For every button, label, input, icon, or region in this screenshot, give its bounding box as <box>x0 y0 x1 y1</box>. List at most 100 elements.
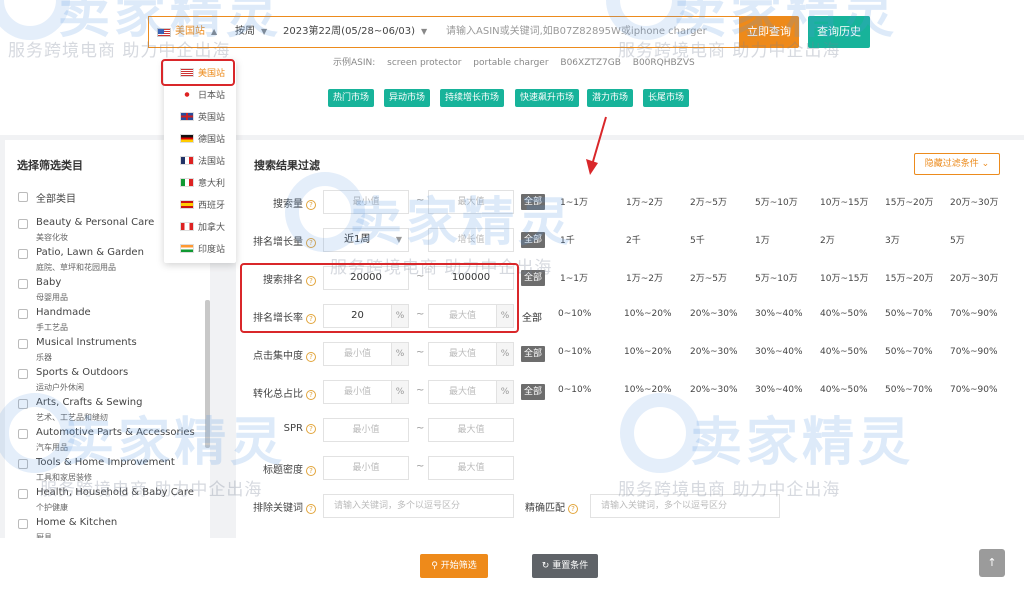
tag-longtail-market[interactable]: 长尾市场 <box>643 89 690 107</box>
site-option-ca[interactable]: 加拿大 <box>164 217 236 239</box>
checkbox[interactable] <box>18 309 28 319</box>
hide-filters-button[interactable]: 隐藏过滤条件 ⌄ <box>914 153 1000 175</box>
range-option[interactable]: 2千 <box>626 233 641 246</box>
max-input[interactable]: 最大值 <box>428 380 497 404</box>
range-option[interactable]: 1万~2万 <box>626 271 663 284</box>
min-input[interactable]: 最小值 <box>323 418 409 442</box>
range-option[interactable]: 5千 <box>690 233 705 246</box>
period-type-selector[interactable]: 按周 ▼ <box>235 17 275 47</box>
range-option[interactable]: 1千 <box>560 233 575 246</box>
help-icon[interactable]: ? <box>306 504 316 514</box>
example-link[interactable]: portable charger <box>473 58 548 68</box>
site-option-es[interactable]: 西班牙 <box>164 195 236 217</box>
reset-button[interactable]: ↻ 重置条件 <box>532 554 598 578</box>
range-option[interactable]: 1~1万 <box>560 271 588 284</box>
range-option[interactable]: 0~10% <box>558 309 591 319</box>
max-input[interactable]: 最大值 <box>428 342 497 366</box>
tag-growth-market[interactable]: 持续增长市场 <box>440 89 505 107</box>
checkbox[interactable] <box>18 369 28 379</box>
help-icon[interactable]: ? <box>306 466 316 476</box>
range-option[interactable]: 0~10% <box>558 347 591 357</box>
range-option[interactable]: 5万~10万 <box>755 195 798 208</box>
checkbox[interactable] <box>18 279 28 289</box>
help-icon[interactable]: ? <box>306 390 316 400</box>
checkbox[interactable] <box>18 192 28 202</box>
checkbox[interactable] <box>18 339 28 349</box>
range-option[interactable]: 10%~20% <box>624 347 672 357</box>
start-filter-button[interactable]: ⚲ 开始筛选 <box>420 554 488 578</box>
exclude-keywords-input[interactable]: 请输入关键词，多个以逗号区分 <box>323 494 514 518</box>
tag-hot-market[interactable]: 热门市场 <box>328 89 375 107</box>
range-option[interactable]: 15万~20万 <box>885 271 933 284</box>
min-input[interactable]: 最小值 <box>323 190 409 214</box>
period-select[interactable]: 近1周 ▼ <box>323 228 409 252</box>
range-option[interactable]: 5万~10万 <box>755 271 798 284</box>
range-option[interactable]: 10%~20% <box>624 385 672 395</box>
site-option-it[interactable]: 意大利 <box>164 173 236 195</box>
max-input[interactable]: 最大值 <box>428 190 514 214</box>
history-button[interactable]: 查询历史 <box>808 16 870 48</box>
range-option[interactable]: 50%~70% <box>885 385 933 395</box>
help-icon[interactable]: ? <box>306 352 316 362</box>
range-option[interactable]: 10万~15万 <box>820 271 868 284</box>
range-option[interactable]: 0~10% <box>558 385 591 395</box>
all-option[interactable]: 全部 <box>521 384 546 400</box>
range-option[interactable]: 30%~40% <box>755 309 803 319</box>
range-option[interactable]: 5万 <box>950 233 965 246</box>
help-icon[interactable]: ? <box>306 424 316 434</box>
range-option[interactable]: 1~1万 <box>560 195 588 208</box>
category-scrollbar[interactable] <box>205 300 210 448</box>
all-option[interactable]: 全部 <box>521 232 546 248</box>
range-option[interactable]: 2万~5万 <box>690 195 727 208</box>
site-option-de[interactable]: 德国站 <box>164 129 236 151</box>
site-option-fr[interactable]: 法国站 <box>164 151 236 173</box>
checkbox[interactable] <box>18 489 28 499</box>
site-option-jp[interactable]: 日本站 <box>164 85 236 107</box>
example-link[interactable]: B06XZTZ7GB <box>560 58 621 68</box>
min-input[interactable]: 最小值 <box>323 380 392 404</box>
checkbox[interactable] <box>18 519 28 529</box>
period-value-selector[interactable]: 2023第22周(05/28~06/03) ▼ <box>283 17 435 47</box>
range-option[interactable]: 2万~5万 <box>690 271 727 284</box>
range-option[interactable]: 50%~70% <box>885 309 933 319</box>
checkbox[interactable] <box>18 399 28 409</box>
range-option[interactable]: 1万 <box>755 233 770 246</box>
range-option[interactable]: 10万~15万 <box>820 195 868 208</box>
range-option[interactable]: 70%~90% <box>950 385 998 395</box>
range-option[interactable]: 50%~70% <box>885 347 933 357</box>
min-input[interactable]: 最小值 <box>323 342 392 366</box>
range-option[interactable]: 10%~20% <box>624 309 672 319</box>
site-option-in[interactable]: 印度站 <box>164 239 236 261</box>
min-input[interactable]: 最小值 <box>323 456 409 480</box>
range-option[interactable]: 20万~30万 <box>950 271 998 284</box>
help-icon[interactable]: ? <box>306 238 316 248</box>
all-option[interactable]: 全部 <box>521 270 546 286</box>
checkbox[interactable] <box>18 459 28 469</box>
search-button[interactable]: 立即查询 <box>739 16 799 48</box>
tag-surge-market[interactable]: 快速飙升市场 <box>515 89 580 107</box>
exact-match-input[interactable]: 请输入关键词，多个以逗号区分 <box>590 494 780 518</box>
tag-potential-market[interactable]: 潜力市场 <box>587 89 634 107</box>
range-option[interactable]: 1万~2万 <box>626 195 663 208</box>
range-option[interactable]: 2万 <box>820 233 835 246</box>
range-option[interactable]: 20%~30% <box>690 309 738 319</box>
all-option[interactable]: 全部 <box>522 309 542 324</box>
max-input[interactable]: 最大值 <box>428 456 514 480</box>
range-option[interactable]: 40%~50% <box>820 309 868 319</box>
all-option[interactable]: 全部 <box>521 346 546 362</box>
search-input[interactable]: 请输入ASIN或关键词,如B07Z82895W或iphone charger <box>446 17 738 47</box>
example-link[interactable]: screen protector <box>387 58 461 68</box>
site-option-uk[interactable]: 英国站 <box>164 107 236 129</box>
range-option[interactable]: 3万 <box>885 233 900 246</box>
range-option[interactable]: 40%~50% <box>820 385 868 395</box>
range-option[interactable]: 20万~30万 <box>950 195 998 208</box>
help-icon[interactable]: ? <box>568 504 578 514</box>
range-option[interactable]: 40%~50% <box>820 347 868 357</box>
range-option[interactable]: 30%~40% <box>755 347 803 357</box>
range-option[interactable]: 70%~90% <box>950 309 998 319</box>
range-option[interactable]: 20%~30% <box>690 385 738 395</box>
example-link[interactable]: B00RQHBZVS <box>633 58 695 68</box>
checkbox[interactable] <box>18 249 28 259</box>
help-icon[interactable]: ? <box>306 200 316 210</box>
range-option[interactable]: 15万~20万 <box>885 195 933 208</box>
